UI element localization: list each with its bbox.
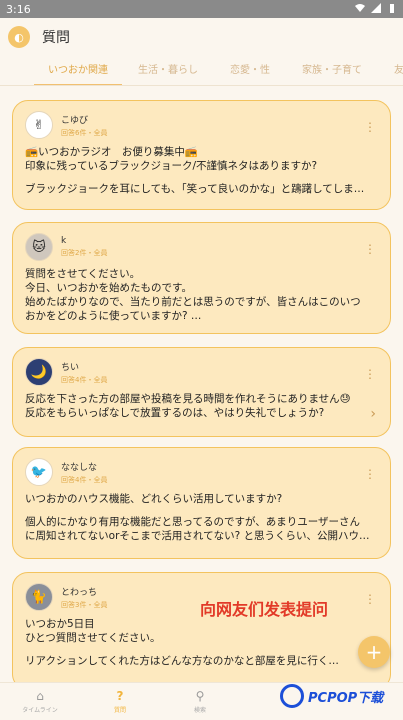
app-logo-icon: ◐ <box>8 26 30 48</box>
answer-count: 回答4件・全員 <box>61 375 108 384</box>
avatar[interactable]: 🐱 <box>25 233 53 261</box>
add-question-button[interactable]: + <box>358 636 390 668</box>
watermark-text: PCPOP下载 <box>308 690 384 706</box>
nav-questions[interactable]: ? 質問 <box>80 683 160 720</box>
question-card[interactable]: 🐈 とわっち 回答3件・全員 ⋮ いつおか5日目 ひとつ質問させてください。 リ… <box>12 572 391 682</box>
question-body: 質問をさせてください。 今日、いつおかを始めたものです。 始めたばかりなので、当… <box>25 268 361 322</box>
tab-friends[interactable]: 友人・人 <box>378 56 403 85</box>
status-time: 3:16 <box>6 2 31 16</box>
tab-itsuoka[interactable]: いつおか関連 <box>34 56 122 85</box>
user-name: ちい <box>61 362 80 373</box>
user-name: とわっち <box>61 587 98 598</box>
watermark-logo-icon <box>280 684 304 708</box>
nav-timeline[interactable]: ⌂ タイムライン <box>0 683 80 720</box>
question-card[interactable]: 🐱 k 回答2件・全員 ⋮ 質問をさせてください。 今日、いつおかを始めたもので… <box>12 222 391 334</box>
wifi-icon <box>355 3 365 16</box>
question-body: 反応を下さった方の部屋や投稿を見る時間を作れそうにありません😓 反応をもらいっぱ… <box>25 393 351 419</box>
status-bar: 3:16 <box>0 0 403 18</box>
question-card[interactable]: 🐦 ななしな 回答4件・全員 ⋮ いつおかのハウス機能、どれくらい活用しています… <box>12 447 391 559</box>
watermark: PCPOP下载 <box>280 684 383 708</box>
category-tabs: いつおか関連 生活・暮らし 恋愛・性 家族・子育て 友人・人 <box>0 56 403 86</box>
answer-count: 回答3件・全員 <box>61 600 108 609</box>
home-icon: ⌂ <box>36 689 44 703</box>
more-icon[interactable]: ⋮ <box>364 468 376 480</box>
nav-label: タイムライン <box>22 707 58 714</box>
more-icon[interactable]: ⋮ <box>364 593 376 605</box>
page-title: 質問 <box>42 30 70 46</box>
answer-count: 回答2件・全員 <box>61 249 108 257</box>
more-icon[interactable]: ⋮ <box>364 368 376 380</box>
user-name: こゆび <box>61 115 89 126</box>
overlay-caption: 向网友们发表提问 <box>200 600 329 619</box>
user-name: k <box>61 236 67 246</box>
chevron-right-icon[interactable]: › <box>370 406 376 422</box>
more-icon[interactable]: ⋮ <box>364 121 376 133</box>
tab-love[interactable]: 恋愛・性 <box>214 56 286 85</box>
battery-icon <box>387 3 397 16</box>
question-mark-icon: ? <box>116 689 124 703</box>
question-card[interactable]: 🌙 ちい 回答4件・全員 ⋮ › 反応を下さった方の部屋や投稿を見る時間を作れそ… <box>12 347 391 437</box>
nav-label: 質問 <box>113 707 126 714</box>
question-card[interactable]: ✌ こゆび 回答6件・全員 ⋮ 📻いつおかラジオ お便り募集中📻 印象に残ってい… <box>12 100 391 210</box>
avatar[interactable]: 🐦 <box>25 458 53 486</box>
question-body: いつおか5日目 ひとつ質問させてください。 リアクションしてくれた方はどんな方な… <box>25 618 360 667</box>
app-bar: ◐ 質問 <box>0 18 403 56</box>
avatar[interactable]: 🐈 <box>25 583 53 611</box>
status-icons <box>355 2 397 16</box>
tab-family[interactable]: 家族・子育て <box>286 56 378 85</box>
more-icon[interactable]: ⋮ <box>364 243 376 255</box>
avatar[interactable]: ✌ <box>25 111 53 139</box>
question-body: 📻いつおかラジオ お便り募集中📻 印象に残っているブラックジョーク/不謹慎ネタは… <box>25 146 365 195</box>
answer-count: 回答6件・全員 <box>61 128 108 137</box>
user-name: ななしな <box>61 462 98 473</box>
nav-label: 検索 <box>193 707 206 714</box>
avatar[interactable]: 🌙 <box>25 358 53 386</box>
answer-count: 回答4件・全員 <box>61 475 108 484</box>
question-feed: ✌ こゆび 回答6件・全員 ⋮ 📻いつおかラジオ お便り募集中📻 印象に残ってい… <box>0 86 403 682</box>
question-body: いつおかのハウス機能、どれくらい活用していますか? 個人的にかなり有用な機能だと… <box>25 493 370 542</box>
search-icon: ⚲ <box>195 689 205 703</box>
signal-icon <box>371 2 381 16</box>
tab-life[interactable]: 生活・暮らし <box>122 56 214 85</box>
nav-search[interactable]: ⚲ 検索 <box>160 683 240 720</box>
